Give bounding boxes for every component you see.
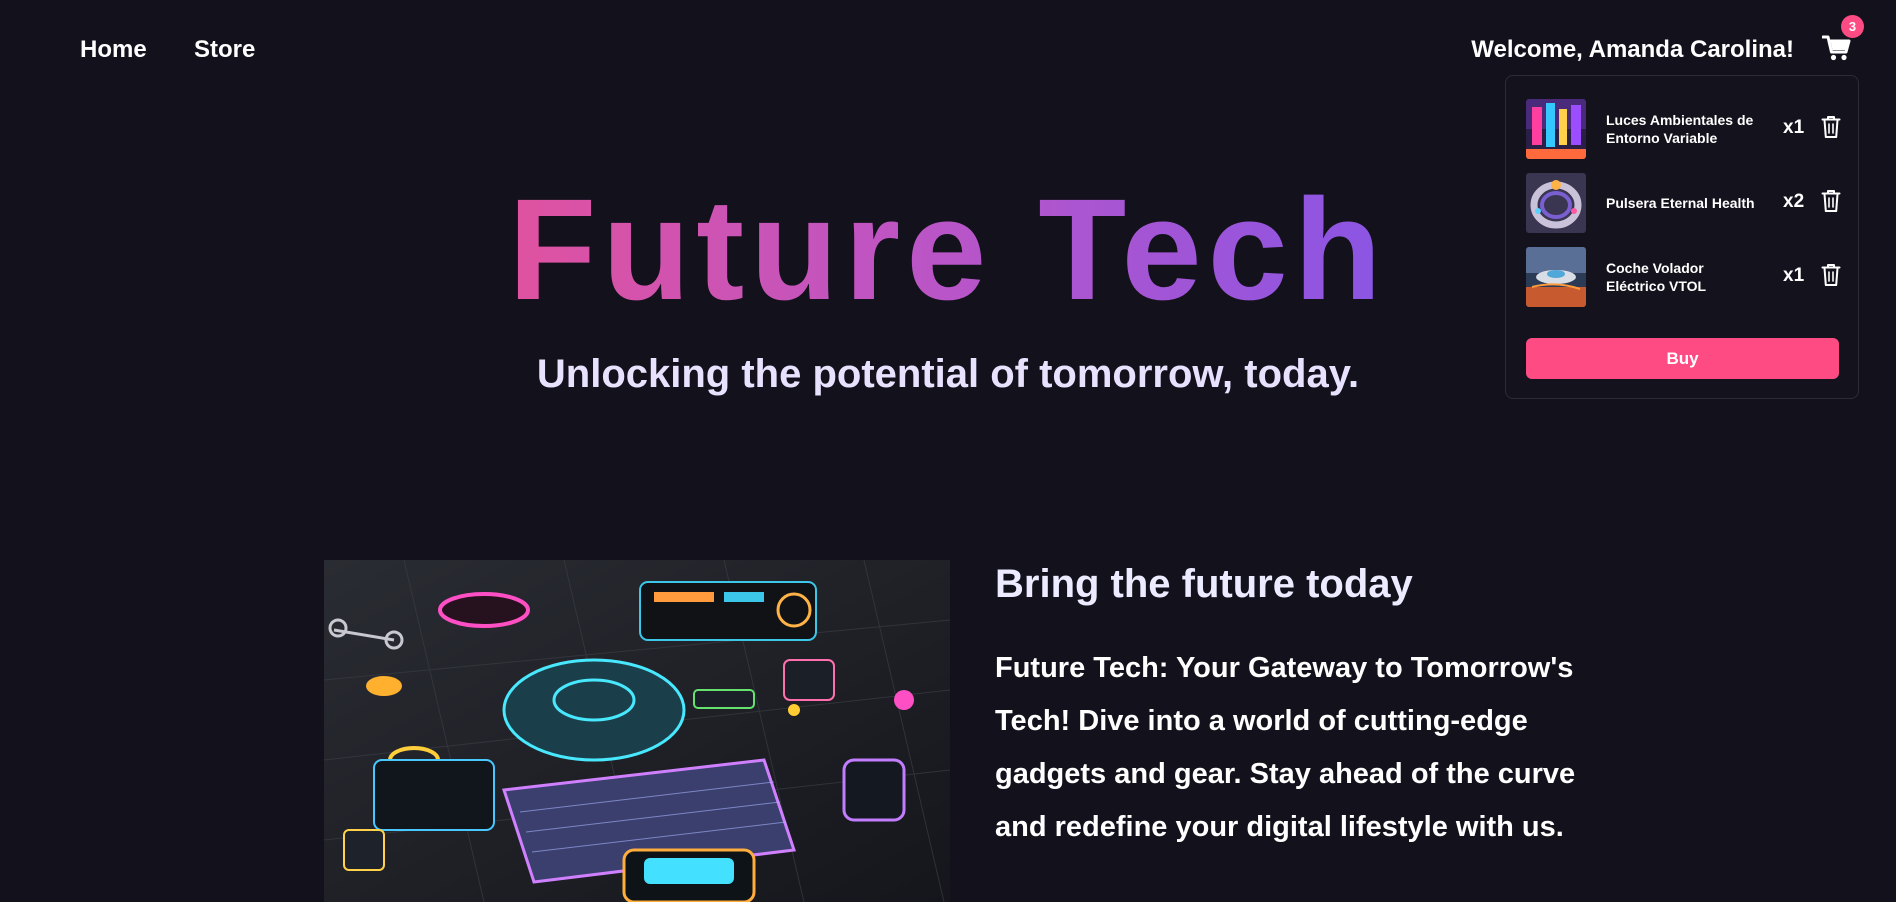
cart-item: Luces Ambientales de Entorno Variable x1 (1526, 99, 1846, 161)
feature-heading: Bring the future today (995, 562, 1413, 606)
trash-icon (1821, 116, 1841, 138)
cart-item-thumbnail (1526, 99, 1586, 159)
feature-description: Future Tech: Your Gateway to Tomorrow's … (995, 652, 1576, 843)
cart-item-quantity: x1 (1783, 117, 1805, 138)
page: Home Store Welcome, Amanda Carolina! 3 L… (0, 0, 1896, 902)
hero-title: Future Tech (0, 170, 1896, 330)
cart-count-badge: 3 (1841, 15, 1864, 38)
hero-subtitle: Unlocking the potential of tomorrow, tod… (536, 352, 1360, 396)
remove-item-button[interactable] (1821, 115, 1841, 139)
cart-item-name: Luces Ambientales de Entorno Variable (1606, 112, 1754, 146)
nav-home-link[interactable]: Home (80, 36, 147, 64)
cart-button[interactable] (1821, 34, 1852, 62)
hero-title-text: Future Tech (508, 169, 1388, 330)
shopping-cart-icon (1821, 35, 1851, 61)
welcome-message: Welcome, Amanda Carolina! (1471, 36, 1794, 63)
feature-image (324, 560, 950, 902)
nav-store-link[interactable]: Store (194, 36, 255, 64)
